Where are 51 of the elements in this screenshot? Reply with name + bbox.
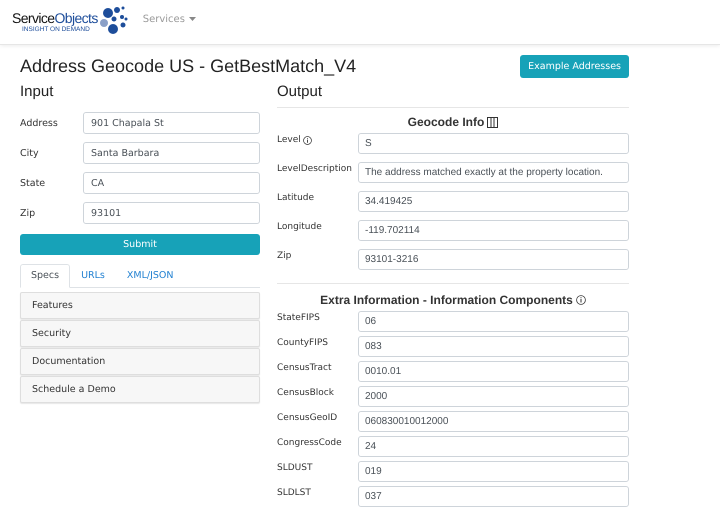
field-label: CongressCode (277, 438, 342, 448)
brand-name[interactable]: ServiceObjects (12, 10, 98, 26)
output-field[interactable]: 34.419425 (358, 191, 629, 212)
field-label: CountyFIPS (277, 338, 328, 348)
output-field[interactable]: The address matched exactly at the property location. (358, 162, 629, 183)
tab[interactable]: XML/JSON (116, 264, 184, 288)
page-title: Address Geocode US - GetBestMatch_V4 (20, 56, 356, 77)
field-label: State (20, 178, 46, 188)
output-field[interactable]: 93101-3216 (358, 249, 629, 270)
output-field[interactable]: 083 (358, 336, 629, 357)
field-label: Longitude (277, 222, 322, 232)
field-label: Zip (20, 208, 36, 218)
accordion-item[interactable]: Features (20, 292, 260, 319)
field-label: Level (277, 135, 301, 145)
field-label: Address (20, 118, 59, 128)
field-label: City (20, 148, 40, 158)
field-label: CensusBlock (277, 388, 334, 398)
input-field[interactable]: 901 Chapala St (83, 112, 260, 134)
field-label: Zip (277, 251, 292, 261)
field-label: SLDLST (277, 488, 311, 498)
output-field[interactable]: -119.702114 (358, 220, 629, 241)
info-icon (576, 295, 586, 305)
accordion-item[interactable]: Schedule a Demo (20, 376, 260, 403)
field-label: CensusTract (277, 363, 332, 373)
input-field[interactable]: Santa Barbara (83, 142, 260, 164)
output-field[interactable]: 06 (358, 311, 629, 332)
accordion-item[interactable]: Security (20, 320, 260, 347)
caret-icon (188, 17, 196, 21)
output-heading: Output (277, 81, 629, 108)
output-field[interactable]: S (358, 133, 629, 154)
section-title: Extra Information - Information Components (320, 293, 573, 307)
output-field[interactable]: 060830010012000 (358, 411, 629, 432)
accordion-item[interactable]: Documentation (20, 348, 260, 375)
output-field[interactable]: 2000 (358, 386, 629, 407)
section-title: Geocode Info (408, 115, 484, 129)
output-field[interactable]: 037 (358, 486, 629, 507)
input-field[interactable]: 93101 (83, 202, 260, 224)
input-heading: Input (20, 82, 54, 102)
info-icon[interactable] (302, 136, 312, 144)
field-label: StateFIPS (277, 313, 320, 323)
input-field[interactable]: CA (83, 172, 260, 194)
field-label: Latitude (277, 193, 314, 203)
output-field[interactable]: 24 (358, 436, 629, 457)
tab[interactable]: URLs (70, 264, 116, 288)
columns-icon (487, 116, 498, 128)
field-label: SLDUST (277, 463, 312, 473)
output-field[interactable]: 0010.01 (358, 361, 629, 382)
tab[interactable]: Specs (20, 264, 70, 288)
field-label: CensusGeoID (277, 413, 338, 423)
output-field[interactable]: 019 (358, 461, 629, 482)
field-label: LevelDescription (277, 164, 352, 174)
